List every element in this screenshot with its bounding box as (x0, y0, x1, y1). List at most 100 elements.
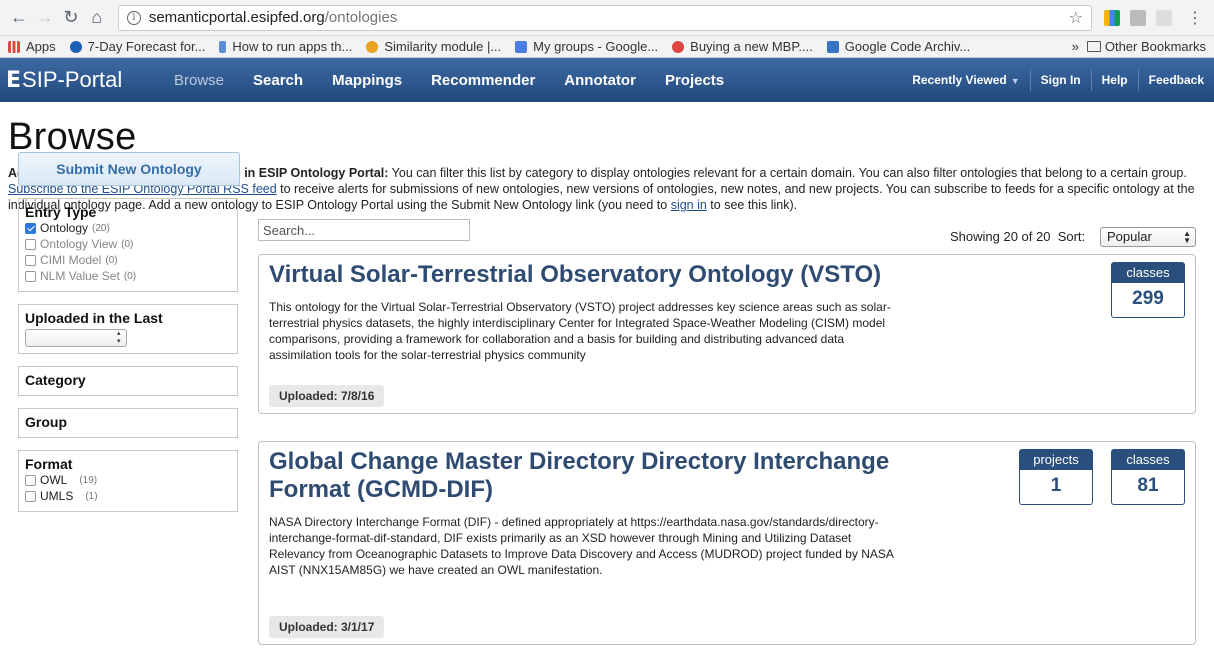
filter-sidebar: Submit New Ontology Entry Type Ontology(… (18, 152, 240, 512)
ontology-title-link[interactable]: Global Change Master Directory Directory… (269, 448, 909, 504)
group-panel[interactable]: Group (18, 408, 238, 438)
option-count: (0) (105, 254, 118, 266)
uploaded-panel: Uploaded in the Last (18, 304, 238, 354)
checkbox-checked[interactable] (25, 222, 36, 234)
ontology-description: This ontology for the Virtual Solar-Terr… (269, 300, 891, 362)
bookmark-favicon (826, 40, 839, 53)
apps-grid-icon (8, 40, 20, 53)
bookmark-forecast[interactable]: 7-Day Forecast for... (69, 39, 205, 54)
bookmark-code-archive[interactable]: Google Code Archiv... (826, 39, 971, 54)
checkbox[interactable] (25, 474, 36, 486)
bookmark-label: Google Code Archiv... (844, 39, 971, 54)
extension-icon[interactable] (1130, 9, 1147, 26)
bookmark-label: Buying a new MBP.... (690, 39, 813, 54)
info-icon[interactable]: i (126, 10, 141, 25)
bookmark-similarity[interactable]: Similarity module |... (366, 39, 501, 54)
bookmark-star-icon[interactable]: ☆ (1069, 8, 1083, 28)
showing-text: Showing 20 of 20 (950, 229, 1051, 244)
bookmark-label: My groups - Google... (533, 39, 659, 54)
entry-type-cimi-model[interactable]: CIMI Model (0) (25, 252, 231, 268)
bookmark-favicon (672, 40, 685, 53)
entry-type-ontology[interactable]: Ontology (20) (25, 220, 231, 236)
option-count: (0) (123, 270, 137, 282)
ontology-card: Global Change Master Directory Directory… (258, 441, 1196, 645)
projects-value: 1 (1050, 475, 1062, 496)
bookmark-label: Apps (26, 39, 56, 54)
bookmarks-bar: Apps 7-Day Forecast for... How to run ap… (0, 36, 1214, 58)
recently-viewed-dropdown[interactable]: Recently Viewed ▼ (902, 69, 1029, 91)
ontology-description: NASA Directory Interchange Format (DIF) … (269, 515, 894, 577)
address-bar[interactable]: i semanticportal.esipfed.org/ontologies … (117, 4, 1093, 31)
feedback-link[interactable]: Feedback (1137, 69, 1214, 91)
intro-part-1: You can filter this list by category to … (388, 166, 1187, 180)
entry-type-nlm-value-set[interactable]: NLM Value Set (0) (25, 268, 231, 284)
category-panel[interactable]: Category (18, 366, 238, 396)
entry-type-panel: Entry Type Ontology (20) Ontology View (0)… (18, 198, 238, 292)
help-link[interactable]: Help (1090, 69, 1138, 91)
folder-icon (1086, 41, 1101, 52)
classes-count-box[interactable]: classes 299 (1111, 262, 1185, 318)
esip-portal-logo[interactable]: E SIP-Portal (6, 67, 156, 93)
forward-icon[interactable]: → (32, 5, 58, 31)
bookmark-run-apps[interactable]: How to run apps th... (219, 39, 352, 54)
sign-in-inline-link[interactable]: sign in (671, 198, 707, 212)
extension-icon[interactable] (1156, 9, 1173, 26)
menu-icon[interactable]: ⋮ (1182, 5, 1208, 31)
nav-search[interactable]: Search (253, 72, 303, 89)
classes-value: 81 (1137, 475, 1159, 496)
extension-chart-icon[interactable] (1104, 9, 1121, 26)
ontology-title-link[interactable]: Virtual Solar-Terrestrial Observatory On… (269, 261, 889, 289)
checkbox[interactable] (25, 254, 36, 266)
other-bookmarks[interactable]: Other Bookmarks (1086, 39, 1206, 54)
bookmarks-overflow-icon[interactable]: » (1072, 39, 1079, 54)
site-navbar: E SIP-Portal Browse Search Mappings Recom… (0, 58, 1214, 102)
option-count: (1) (85, 490, 98, 502)
uploaded-title: Uploaded in the Last (25, 310, 163, 326)
checkbox[interactable] (25, 270, 36, 282)
projects-count-box[interactable]: projects 1 (1019, 449, 1093, 505)
logo-e: E (6, 67, 22, 93)
other-bookmarks-label: Other Bookmarks (1104, 39, 1206, 54)
url-host: semanticportal.esipfed.org (148, 9, 325, 26)
sign-in-link[interactable]: Sign In (1029, 69, 1091, 91)
nav-recommender[interactable]: Recommender (431, 72, 535, 89)
option-label: CIMI Model (40, 253, 102, 267)
bookmark-label: How to run apps th... (232, 39, 353, 54)
format-owl[interactable]: OWL (19) (25, 472, 231, 488)
select-arrows-icon: ▲ ▼ (1183, 229, 1191, 245)
classes-label: classes (1112, 450, 1184, 470)
classes-count-box[interactable]: classes 81 (1111, 449, 1185, 505)
bookmark-favicon (219, 40, 227, 53)
nav-browse[interactable]: Browse (174, 72, 224, 89)
group-title: Group (25, 414, 67, 430)
option-label: OWL (40, 473, 68, 487)
nav-annotator[interactable]: Annotator (564, 72, 636, 89)
back-icon[interactable]: ← (6, 5, 32, 31)
ontology-search-input[interactable]: Search... (258, 219, 470, 241)
option-label: Ontology View (40, 237, 118, 251)
nav-mappings[interactable]: Mappings (332, 72, 402, 89)
option-label: Ontology (40, 221, 89, 235)
reload-icon[interactable]: ↻ (58, 5, 84, 31)
checkbox[interactable] (25, 238, 36, 250)
submit-new-ontology-button[interactable]: Submit New Ontology (18, 152, 240, 186)
bookmark-apps[interactable]: Apps (8, 39, 56, 54)
uploaded-select[interactable] (25, 329, 127, 347)
intro-part-3: to see this link). (706, 198, 798, 212)
recently-viewed-label: Recently Viewed (912, 73, 1007, 87)
checkbox[interactable] (25, 490, 36, 502)
entry-type-ontology-view[interactable]: Ontology View (0) (25, 236, 231, 252)
projects-label: projects (1020, 450, 1092, 470)
browser-toolbar: ← → ↻ ⌂ i semanticportal.esipfed.org/ont… (0, 0, 1214, 36)
home-icon[interactable]: ⌂ (84, 5, 110, 31)
format-umls[interactable]: UMLS (1) (25, 488, 231, 504)
bookmark-mbp[interactable]: Buying a new MBP.... (672, 39, 813, 54)
noaa-icon (69, 40, 82, 53)
nav-projects[interactable]: Projects (665, 72, 724, 89)
category-title: Category (25, 372, 86, 388)
sort-select[interactable]: Popular ▲ ▼ (1100, 227, 1196, 247)
logo-text: SIP-Portal (22, 67, 123, 92)
sort-value: Popular (1107, 229, 1152, 244)
option-count: (0) (121, 238, 134, 250)
bookmark-groups[interactable]: My groups - Google... (515, 39, 658, 54)
